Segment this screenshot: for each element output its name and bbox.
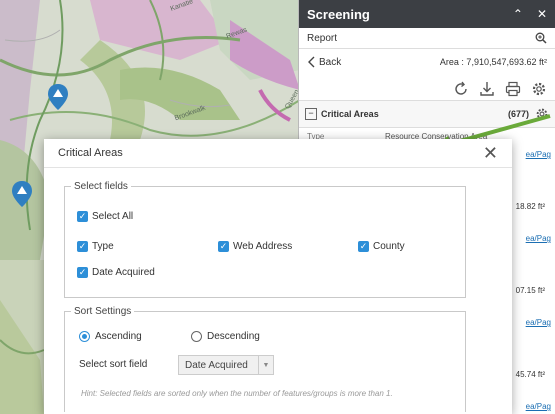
radio-selected-icon: [79, 331, 90, 342]
close-icon[interactable]: ✕: [537, 7, 547, 21]
checkbox-checked-icon: ✓: [77, 211, 88, 222]
area-value: 07.15 ft²: [515, 286, 545, 295]
map-pin-icon[interactable]: [48, 84, 68, 110]
field-label: Web Address: [233, 241, 293, 252]
web-address-link[interactable]: ea/Pag: [526, 318, 551, 327]
panel-title: Screening: [307, 6, 370, 22]
checkbox-checked-icon: ✓: [358, 241, 369, 252]
radio-unselected-icon: [191, 331, 202, 342]
sort-settings-group: Sort Settings Ascending Descending Selec…: [64, 306, 466, 412]
field-checkbox-type[interactable]: ✓ Type: [77, 241, 114, 252]
area-value: 45.74 ft²: [515, 370, 545, 379]
refresh-icon[interactable]: [453, 81, 469, 97]
select-fields-group: Select fields ✓ Select All ✓ Type ✓ Web …: [64, 181, 466, 298]
sort-field-label: Select sort field: [79, 359, 148, 370]
chevron-left-icon: [308, 56, 315, 68]
descending-label: Descending: [207, 331, 260, 342]
field-checkbox-county[interactable]: ✓ County: [358, 241, 405, 252]
select-fields-legend: Select fields: [74, 181, 128, 192]
field-checkbox-web-address[interactable]: ✓ Web Address: [218, 241, 292, 252]
checkbox-checked-icon: ✓: [77, 241, 88, 252]
web-address-link[interactable]: ea/Pag: [526, 402, 551, 411]
sort-field-value: Date Acquired: [185, 359, 248, 371]
ascending-label: Ascending: [95, 331, 142, 342]
download-icon[interactable]: [479, 81, 495, 97]
sort-hint: Hint: Selected fields are sorted only wh…: [81, 389, 393, 398]
gear-icon[interactable]: [531, 81, 547, 97]
sort-settings-legend: Sort Settings: [74, 306, 132, 317]
field-label: Date Acquired: [92, 267, 155, 278]
toolbar: [299, 75, 555, 103]
back-row: Back Area : 7,910,547,693.62 ft²: [299, 49, 555, 75]
back-button[interactable]: Back: [307, 56, 341, 68]
sort-field-select[interactable]: Date Acquired ▼: [178, 355, 274, 375]
dialog-header: Critical Areas ✕: [44, 139, 512, 168]
field-checkbox-date-acquired[interactable]: ✓ Date Acquired: [77, 267, 155, 278]
select-all-checkbox[interactable]: ✓ Select All: [77, 211, 133, 222]
back-label: Back: [319, 56, 342, 68]
web-address-link[interactable]: ea/Pag: [526, 234, 551, 243]
panel-header: Screening ⌃ ✕: [299, 0, 555, 28]
report-label: Report: [307, 32, 338, 44]
chevron-down-icon: ▼: [258, 356, 273, 374]
zoom-icon[interactable]: [535, 32, 547, 44]
area-value: 18.82 ft²: [515, 202, 545, 211]
field-label: Type: [92, 241, 114, 252]
close-icon[interactable]: ✕: [483, 143, 498, 164]
map-pin-icon[interactable]: [12, 181, 32, 207]
critical-areas-dialog: Critical Areas ✕ Select fields ✓ Select …: [44, 139, 512, 414]
collapse-icon[interactable]: ⌃: [513, 7, 523, 21]
checkbox-checked-icon: ✓: [218, 241, 229, 252]
area-readout: Area : 7,910,547,693.62 ft²: [439, 57, 547, 67]
field-label: County: [373, 241, 405, 252]
dialog-title: Critical Areas: [58, 147, 123, 159]
collapse-minus-icon[interactable]: −: [305, 108, 317, 120]
descending-radio[interactable]: Descending: [191, 331, 260, 342]
select-all-label: Select All: [92, 211, 134, 222]
report-row: Report: [299, 28, 555, 49]
checkbox-checked-icon: ✓: [77, 267, 88, 278]
ascending-radio[interactable]: Ascending: [79, 331, 142, 342]
print-icon[interactable]: [505, 81, 521, 97]
